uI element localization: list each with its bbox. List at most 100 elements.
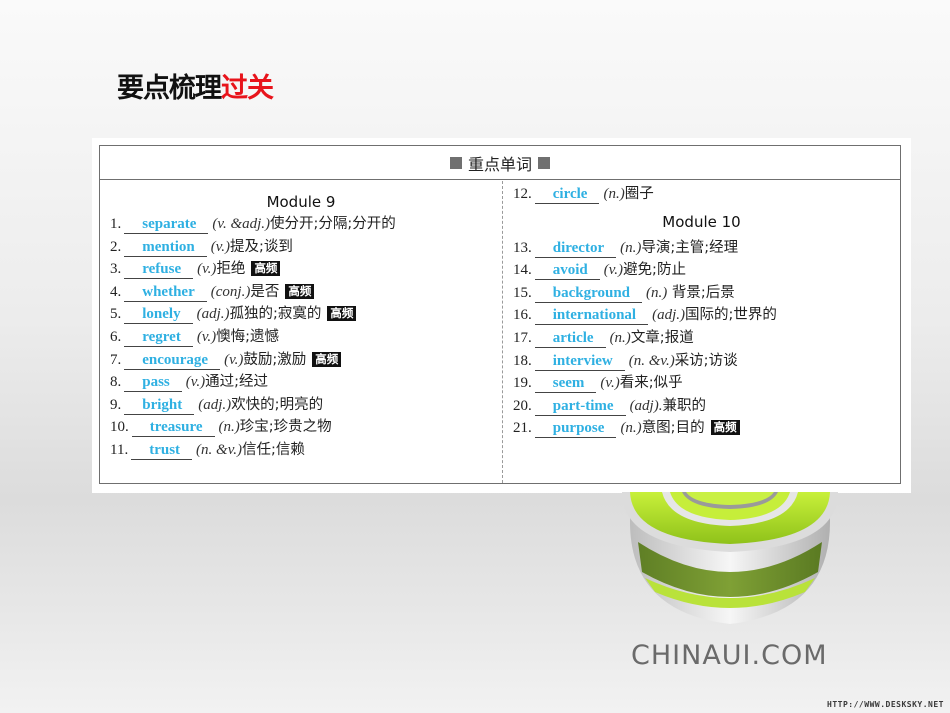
item-number: 5.	[110, 306, 122, 323]
part-of-speech: (n.)	[620, 239, 642, 256]
part-of-speech: (n. &v.)	[628, 352, 675, 369]
right-column: 12. circle (n.) 圈子 Module 10 13. director (n.…	[503, 181, 900, 483]
answer-blank: separate	[124, 215, 209, 234]
square-bullet-icon	[449, 156, 462, 169]
answer-word: circle	[552, 186, 588, 202]
answer-word: lonely	[142, 306, 181, 323]
item-number: 2.	[110, 238, 122, 255]
module-heading: Module 9	[266, 193, 336, 211]
item-number: 9.	[110, 396, 122, 413]
square-bullet-icon	[538, 156, 550, 169]
part-of-speech: (n.)	[646, 284, 668, 301]
part-of-speech: (v.)	[224, 351, 244, 368]
vocabulary-row: 2. mention (v.)提及;谈到	[100, 236, 502, 259]
vocabulary-row: 5. lonely (adj.)孤独的;寂寞的 高频	[100, 303, 502, 326]
part-of-speech: (n.)	[218, 419, 240, 436]
answer-word: international	[552, 307, 637, 324]
part-of-speech: (v.)	[603, 262, 624, 279]
item-number: 12.	[513, 186, 532, 202]
answer-word: director	[552, 239, 605, 256]
answer-blank: article	[534, 329, 606, 348]
chinese-meaning: 避免;防止	[623, 262, 686, 279]
part-of-speech: (adj).	[629, 397, 663, 414]
high-frequency-badge: 高频	[312, 351, 342, 367]
item-number: 18.	[513, 352, 532, 369]
chinese-meaning: 国际的;世界的	[685, 307, 777, 324]
part-of-speech: (adj.)	[652, 307, 686, 324]
part-of-speech: (n.)	[620, 420, 642, 437]
word-list-module-9-continued: 12. circle (n.)圈子	[503, 183, 900, 206]
item-number: 10.	[110, 419, 129, 436]
answer-word: seem	[552, 375, 585, 392]
part-of-speech: (v.)	[185, 374, 206, 391]
answer-word: encourage	[142, 351, 209, 368]
answer-word: mention	[142, 238, 195, 255]
chinese-meaning: 提及;谈到	[230, 238, 293, 255]
slide-title-main: 要点梳理	[117, 73, 222, 104]
answer-blank: treasure	[131, 418, 215, 438]
slide-title: 要点梳理过关	[117, 66, 274, 105]
answer-blank: whether	[124, 283, 207, 302]
chinese-meaning: 使分开;分隔;分开的	[270, 216, 396, 232]
chinese-meaning: 拒绝	[216, 261, 246, 278]
vocabulary-row: 15. background (n.) 背景;后景	[503, 282, 900, 305]
answer-blank: bright	[124, 396, 195, 415]
item-number: 17.	[513, 329, 532, 346]
chinese-meaning: 信任;信赖	[241, 441, 305, 458]
part-of-speech: (v.)	[196, 328, 217, 345]
item-number: 3.	[110, 261, 122, 278]
chinese-meaning: 鼓励;激励	[243, 351, 307, 368]
answer-word: interview	[552, 352, 613, 369]
green-disc-logo-icon	[622, 492, 838, 624]
item-number: 21.	[513, 420, 532, 437]
vocabulary-row: 17. article (n.)文章;报道	[503, 327, 900, 350]
part-of-speech: (n.)	[609, 329, 631, 346]
item-number: 11.	[110, 441, 129, 458]
item-number: 6.	[110, 328, 122, 345]
chinese-meaning: 孤独的;寂寞的	[229, 306, 322, 323]
answer-word: article	[552, 329, 594, 346]
answer-blank: refuse	[124, 260, 194, 280]
vocabulary-table: 重点单词 Module 9 1. separate (v. &adj.)使分开;分隔…	[99, 145, 901, 484]
answer-word: regret	[142, 328, 181, 345]
module-heading: Module 10	[662, 212, 741, 231]
slide-title-accent: 过关	[221, 73, 274, 104]
part-of-speech: (v.)	[210, 238, 231, 255]
chinese-meaning: 看来;似乎	[619, 375, 683, 392]
answer-word: whether	[142, 283, 195, 300]
chinese-meaning: 导演;主管;经理	[641, 239, 739, 256]
vocabulary-row: 4. whether (conj.)是否 高频	[100, 281, 502, 304]
vocabulary-row: 7. encourage (v.)鼓励;激励 高频	[100, 349, 502, 372]
answer-blank: lonely	[124, 305, 193, 325]
part-of-speech: (n. &v.)	[196, 441, 242, 458]
answer-word: treasure	[149, 419, 203, 436]
vocabulary-row: 13. director (n.)导演;主管;经理	[503, 237, 900, 260]
vocabulary-row: 8. pass (v.)通过;经过	[100, 371, 502, 394]
part-of-speech: (v. &adj.)	[212, 216, 271, 232]
item-number: 4.	[110, 283, 122, 300]
part-of-speech: (adj.)	[196, 306, 230, 323]
item-number: 14.	[513, 262, 532, 279]
vocabulary-row: 16. international (adj.)国际的;世界的	[503, 304, 900, 327]
item-number: 15.	[513, 284, 532, 301]
word-list-module-9: 1. separate (v. &adj.)使分开;分隔;分开的 2. mention (…	[100, 213, 502, 462]
chinese-meaning: 兼职的	[662, 397, 706, 414]
answer-blank: international	[534, 306, 649, 326]
item-number: 13.	[513, 239, 532, 256]
answer-blank: circle	[534, 185, 600, 204]
item-number: 1.	[110, 216, 122, 232]
answer-word: separate	[142, 216, 197, 232]
part-of-speech: (conj.)	[210, 283, 251, 300]
vocabulary-row: 14. avoid (v.)避免;防止	[503, 259, 900, 282]
vocabulary-row: 18. interview (n. &v.)采访;访谈	[503, 350, 900, 373]
item-number: 19.	[513, 375, 532, 392]
vocabulary-row: 1. separate (v. &adj.)使分开;分隔;分开的	[100, 213, 502, 236]
answer-word: refuse	[142, 261, 182, 278]
chinese-meaning: 意图;目的	[641, 420, 705, 437]
vocabulary-row: 3. refuse (v.)拒绝 高频	[100, 258, 502, 281]
answer-blank: part-time	[534, 397, 626, 416]
part-of-speech: (adj.)	[198, 396, 232, 413]
chinese-meaning: 圈子	[624, 186, 654, 202]
vocabulary-row: 21. purpose (n.)意图;目的 高频	[503, 417, 900, 440]
chinese-meaning: 是否	[250, 283, 280, 300]
